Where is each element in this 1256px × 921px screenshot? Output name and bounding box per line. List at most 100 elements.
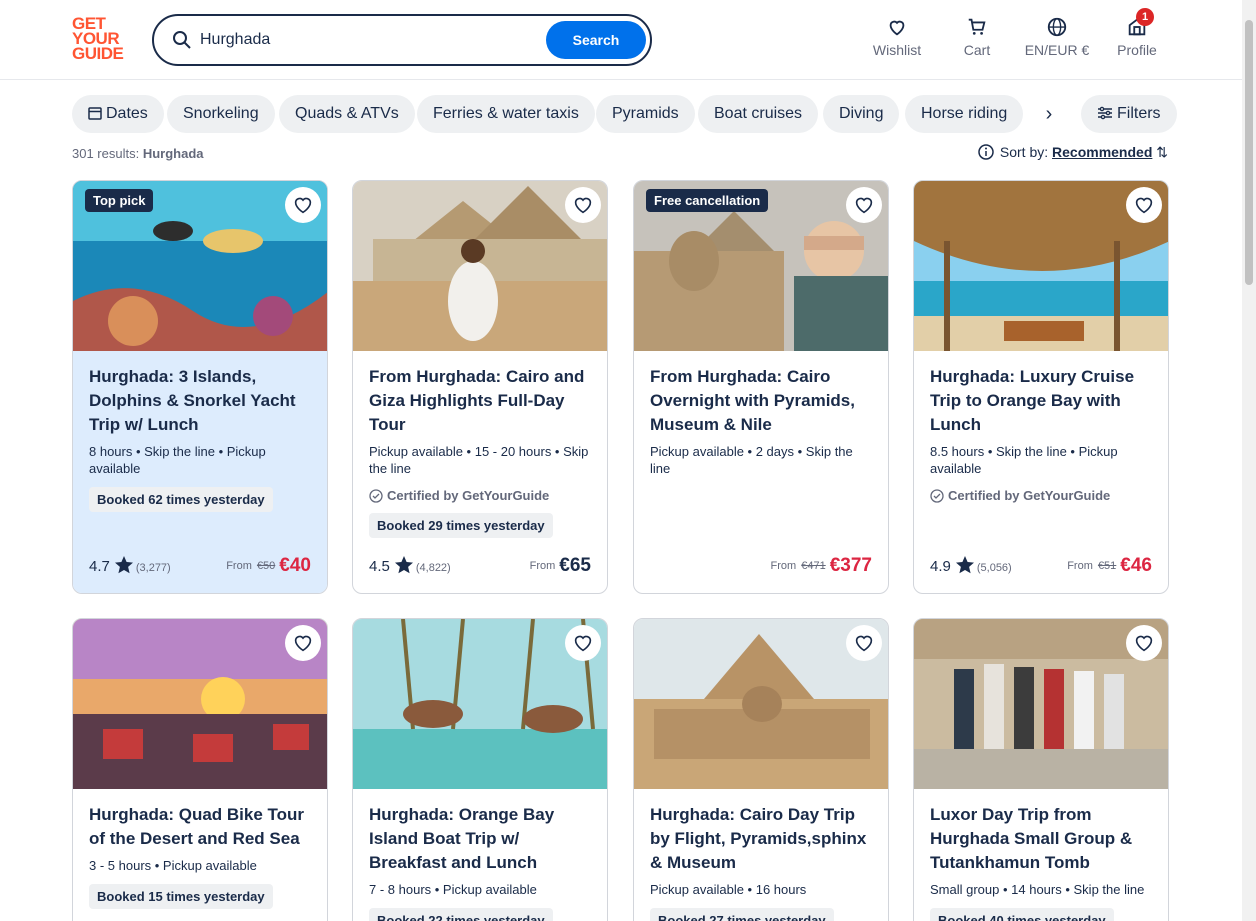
heart-icon bbox=[574, 197, 592, 214]
activity-card[interactable]: Hurghada: Cairo Day Trip by Flight, Pyra… bbox=[633, 618, 889, 921]
heart-icon bbox=[294, 197, 312, 214]
notification-badge: 1 bbox=[1136, 8, 1154, 26]
wishlist-toggle[interactable] bbox=[1126, 187, 1162, 223]
heart-icon bbox=[1135, 635, 1153, 652]
cart-icon bbox=[968, 18, 986, 35]
search-input[interactable] bbox=[200, 26, 580, 54]
sort-arrows-icon: ⇅ bbox=[1156, 144, 1168, 160]
activity-image bbox=[634, 619, 888, 789]
activity-image bbox=[914, 181, 1168, 351]
card-title[interactable]: From Hurghada: Cairo Overnight with Pyra… bbox=[650, 365, 872, 437]
chip-dates[interactable]: Dates bbox=[72, 95, 164, 133]
card-body: Hurghada: Orange Bay Island Boat Trip w/… bbox=[353, 789, 607, 921]
card-meta: Pickup available • 16 hours bbox=[650, 882, 807, 897]
booked-badge: Booked 62 times yesterday bbox=[89, 487, 273, 512]
card-title[interactable]: From Hurghada: Cairo and Giza Highlights… bbox=[369, 365, 591, 437]
certified-label: Certified by GetYourGuide bbox=[369, 488, 591, 503]
price: From €471 €377 bbox=[770, 555, 873, 576]
card-meta: 8.5 hours • Skip the line • Pickup avail… bbox=[930, 444, 1118, 476]
chevron-right-icon[interactable]: › bbox=[1034, 95, 1064, 133]
logo[interactable]: GET YOUR GUIDE bbox=[72, 15, 132, 62]
wishlist-button[interactable]: Wishlist bbox=[872, 16, 922, 58]
booked-badge: Booked 27 times yesterday bbox=[650, 908, 834, 921]
chip-diving[interactable]: Diving bbox=[823, 95, 900, 133]
booked-badge: Booked 15 times yesterday bbox=[89, 884, 273, 909]
check-badge-icon bbox=[369, 489, 383, 503]
card-title[interactable]: Hurghada: 3 Islands, Dolphins & Snorkel … bbox=[89, 365, 311, 437]
wishlist-toggle[interactable] bbox=[565, 187, 601, 223]
wishlist-toggle[interactable] bbox=[285, 187, 321, 223]
activity-image bbox=[353, 619, 607, 789]
filters-button[interactable]: Filters bbox=[1081, 95, 1177, 133]
sort-control[interactable]: Sort by: Recommended ⇅ bbox=[978, 144, 1168, 161]
sort-value[interactable]: Recommended bbox=[1052, 144, 1152, 160]
heart-icon bbox=[855, 635, 873, 652]
wishlist-toggle[interactable] bbox=[285, 625, 321, 661]
card-title[interactable]: Hurghada: Orange Bay Island Boat Trip w/… bbox=[369, 803, 591, 875]
card-body: From Hurghada: Cairo Overnight with Pyra… bbox=[634, 351, 888, 593]
activity-card[interactable]: Free cancellation From Hurghada: Cairo O… bbox=[633, 180, 889, 594]
activity-image: Top pick bbox=[73, 181, 327, 351]
results-count: 301 results: Hurghada bbox=[72, 146, 204, 161]
rating: 4.9 (5,056) bbox=[930, 555, 1012, 575]
profile-button[interactable]: 1 Profile bbox=[1116, 8, 1158, 58]
card-title[interactable]: Hurghada: Luxury Cruise Trip to Orange B… bbox=[930, 365, 1152, 437]
sliders-icon bbox=[1098, 106, 1112, 120]
activity-image bbox=[353, 181, 607, 351]
tag-badge: Free cancellation bbox=[646, 189, 769, 212]
activity-card[interactable]: Hurghada: Luxury Cruise Trip to Orange B… bbox=[913, 180, 1169, 594]
activity-card[interactable]: Luxor Day Trip from Hurghada Small Group… bbox=[913, 618, 1169, 921]
rating: 4.7 (3,277) bbox=[89, 555, 171, 575]
check-badge-icon bbox=[930, 489, 944, 503]
activity-card[interactable]: Top pick Hurghada: 3 Islands, Dolphins &… bbox=[72, 180, 328, 594]
card-meta: 7 - 8 hours • Pickup available bbox=[369, 882, 537, 897]
chip-boat-cruises[interactable]: Boat cruises bbox=[698, 95, 819, 133]
card-body: From Hurghada: Cairo and Giza Highlights… bbox=[353, 351, 607, 593]
chip-pyramids[interactable]: Pyramids bbox=[596, 95, 695, 133]
heart-icon bbox=[855, 197, 873, 214]
heart-icon bbox=[1135, 197, 1153, 214]
tag-badge: Top pick bbox=[85, 189, 154, 212]
activity-card[interactable]: Hurghada: Orange Bay Island Boat Trip w/… bbox=[352, 618, 608, 921]
globe-icon bbox=[1047, 17, 1067, 37]
heart-icon bbox=[294, 635, 312, 652]
chip-horse-riding[interactable]: Horse riding bbox=[905, 95, 1024, 133]
star-icon bbox=[114, 556, 133, 574]
card-meta: Pickup available • 2 days • Skip the lin… bbox=[650, 444, 853, 476]
card-title[interactable]: Luxor Day Trip from Hurghada Small Group… bbox=[930, 803, 1152, 875]
chip-quads-atvs[interactable]: Quads & ATVs bbox=[279, 95, 415, 133]
profile-icon-wrap: 1 bbox=[1126, 8, 1154, 38]
wishlist-toggle[interactable] bbox=[846, 187, 882, 223]
star-icon bbox=[394, 556, 413, 574]
card-body: Hurghada: Cairo Day Trip by Flight, Pyra… bbox=[634, 789, 888, 921]
card-title[interactable]: Hurghada: Cairo Day Trip by Flight, Pyra… bbox=[650, 803, 872, 875]
chip-ferries[interactable]: Ferries & water taxis bbox=[417, 95, 595, 133]
heart-icon bbox=[889, 20, 905, 36]
wishlist-toggle[interactable] bbox=[565, 625, 601, 661]
activity-card[interactable]: Hurghada: Quad Bike Tour of the Desert a… bbox=[72, 618, 328, 921]
card-body: Luxor Day Trip from Hurghada Small Group… bbox=[914, 789, 1168, 921]
card-body: Hurghada: Luxury Cruise Trip to Orange B… bbox=[914, 351, 1168, 593]
search-icon bbox=[173, 31, 191, 49]
rating: 4.5 (4,822) bbox=[369, 555, 451, 575]
card-title[interactable]: Hurghada: Quad Bike Tour of the Desert a… bbox=[89, 803, 311, 851]
booked-badge: Booked 40 times yesterday bbox=[930, 908, 1114, 921]
card-meta: Pickup available • 15 - 20 hours • Skip … bbox=[369, 444, 589, 476]
price: From €50 €40 bbox=[226, 555, 311, 576]
search-button[interactable]: Search bbox=[546, 21, 646, 59]
wishlist-toggle[interactable] bbox=[1126, 625, 1162, 661]
scrollbar[interactable] bbox=[1242, 0, 1256, 921]
cart-button[interactable]: Cart bbox=[960, 16, 994, 58]
info-icon bbox=[978, 144, 994, 160]
chip-snorkeling[interactable]: Snorkeling bbox=[167, 95, 275, 133]
activity-image bbox=[73, 619, 327, 789]
price: From €51 €46 bbox=[1067, 555, 1152, 576]
wishlist-toggle[interactable] bbox=[846, 625, 882, 661]
activity-card[interactable]: From Hurghada: Cairo and Giza Highlights… bbox=[352, 180, 608, 594]
activity-image bbox=[914, 619, 1168, 789]
language-currency-button[interactable]: EN/EUR € bbox=[1022, 16, 1092, 58]
scrollbar-thumb[interactable] bbox=[1245, 20, 1253, 285]
card-meta: Small group • 14 hours • Skip the line bbox=[930, 882, 1145, 897]
calendar-icon bbox=[88, 107, 102, 120]
header: GET YOUR GUIDE Search Wishlist Cart EN/E… bbox=[0, 0, 1256, 80]
